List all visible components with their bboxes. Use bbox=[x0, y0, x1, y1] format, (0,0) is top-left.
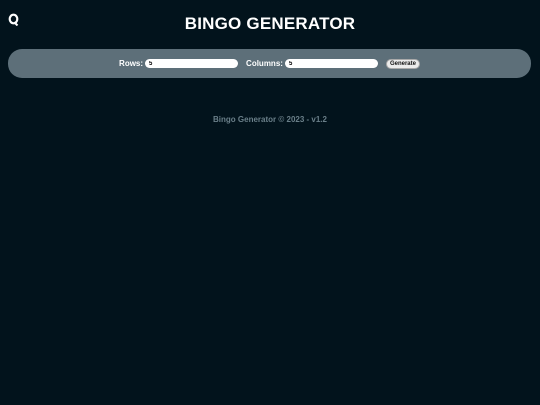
controls-bar: Rows: Columns: Generate bbox=[8, 49, 531, 78]
rows-input[interactable] bbox=[145, 59, 239, 68]
rows-label: Rows: bbox=[119, 59, 144, 68]
generate-button[interactable]: Generate bbox=[385, 58, 420, 69]
page: BINGO GENERATOR Rows: Columns: Generate … bbox=[0, 0, 540, 405]
footer-text: Bingo Generator © 2023 - v1.2 bbox=[213, 115, 327, 124]
page-title: BINGO GENERATOR bbox=[184, 14, 356, 33]
columns-label: Columns: bbox=[246, 59, 283, 68]
columns-input[interactable] bbox=[284, 59, 378, 68]
columns-field: Columns: bbox=[246, 59, 378, 68]
rows-field: Rows: bbox=[119, 59, 239, 68]
